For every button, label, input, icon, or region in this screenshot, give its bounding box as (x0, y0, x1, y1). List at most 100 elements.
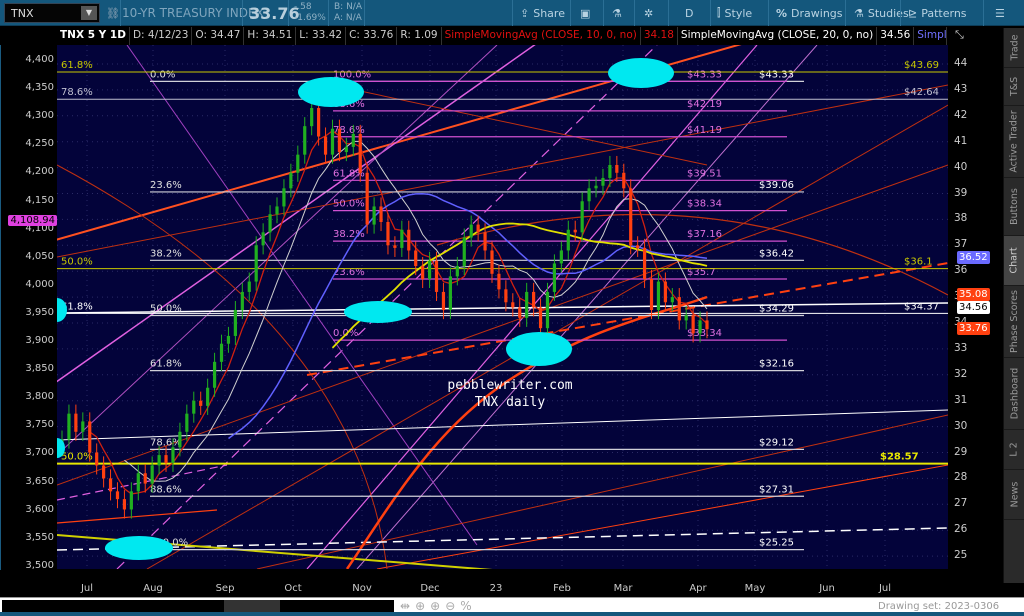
candle (386, 221, 390, 246)
fib-label: 38.2% (150, 248, 182, 259)
sidebar-tab-label: Trade (1009, 34, 1021, 61)
style-label: Style (724, 6, 753, 20)
trendline (57, 45, 742, 241)
candle (629, 188, 633, 246)
sidebar-tab[interactable]: Phase Scores (1004, 286, 1024, 358)
trendline (57, 464, 228, 501)
sidebar-tab[interactable]: T&S (1004, 68, 1024, 106)
sidebar-tab[interactable]: Trade (1004, 28, 1024, 68)
zoom-in-icon[interactable]: ⊕ (430, 599, 440, 613)
fib-price: $43.69 (904, 60, 939, 71)
fib-label: 61.8% (150, 359, 182, 370)
candle (656, 281, 661, 311)
aggregation-button[interactable]: D (685, 0, 693, 26)
sidebar-tab[interactable]: Buttons (1004, 178, 1024, 236)
right-axis-tick: 37 (954, 238, 968, 251)
candle (185, 413, 189, 432)
left-axis-tick: 3,550 (25, 531, 54, 543)
percent-icon[interactable]: % (460, 599, 471, 613)
left-axis-tick: 3,750 (25, 419, 54, 431)
sidebar-tab[interactable]: News (1004, 470, 1024, 520)
candle (157, 455, 161, 466)
candle (545, 291, 550, 329)
chart-area[interactable]: 0.0% $43.33 23.6% $39.06 38.2% $36.42 50.0% $34… (57, 45, 948, 569)
link-icon[interactable]: ⛓ (106, 0, 120, 26)
trendline (57, 302, 948, 314)
drawings-button[interactable]: % Drawings (776, 0, 843, 26)
fib-price: $36.1 (904, 257, 933, 268)
candle (677, 297, 681, 321)
candle (365, 172, 369, 225)
alert-button[interactable]: ▣ (580, 0, 590, 26)
left-axis-tick: 4,350 (25, 82, 54, 94)
time-axis-tick: Nov (352, 583, 372, 594)
sidebar-tab[interactable]: L 2 (1004, 430, 1024, 470)
time-axis-tick: Mar (613, 583, 633, 594)
candle (497, 273, 501, 290)
time-axis-tick: Jul (878, 583, 892, 594)
fib-label: 50.0% (61, 452, 93, 463)
fib-label: 61.8% (61, 60, 93, 71)
candle (67, 413, 71, 440)
drawing-set-label[interactable]: Drawing set: 2023-0306 (878, 601, 999, 612)
collapse-icon[interactable]: ⤡ (955, 28, 964, 42)
candle (663, 281, 667, 303)
right-axis-tick: 26 (954, 523, 968, 536)
right-price-axis: 4443424140393837363534333231302928272625… (948, 45, 1003, 570)
left-axis-tick: 4,400 (25, 54, 54, 65)
fib-price: $43.33 (759, 69, 794, 80)
info-low: L: 33.42 (296, 27, 347, 45)
candle (88, 421, 92, 453)
flask-button[interactable]: ⚗ (612, 0, 622, 26)
candle (670, 297, 674, 303)
pan-icon[interactable]: ⇹ (400, 599, 410, 613)
candle (414, 250, 418, 267)
candle (219, 343, 224, 362)
candle (691, 315, 695, 334)
symbol-value: TNX (11, 7, 34, 20)
fib-price: $34.37 (904, 301, 939, 312)
candle (81, 421, 85, 432)
fib-price: $34.29 (759, 303, 794, 314)
right-axis-tick: 31 (954, 393, 968, 406)
fib-price: $37.16 (687, 229, 722, 240)
candle (587, 188, 591, 202)
fib-price: $41.19 (687, 125, 722, 136)
crosshair-icon[interactable]: ⊕ (415, 599, 425, 613)
candle (434, 260, 439, 292)
candle (642, 247, 647, 279)
sidebar-tab[interactable]: Chart (1004, 236, 1024, 286)
style-button[interactable]: ⫿ Style (717, 0, 752, 26)
zoom-out-icon[interactable]: ⊖ (445, 599, 455, 613)
right-axis-tick: 39 (954, 186, 968, 199)
fib-price: $36.42 (759, 248, 794, 259)
candle (372, 206, 376, 225)
alert-icon: ▣ (580, 6, 591, 20)
fib-price: $32.16 (759, 359, 794, 370)
highlight-ellipse (608, 58, 674, 88)
menu-icon: ☰ (995, 6, 1005, 20)
candle (254, 245, 258, 282)
right-axis-tick: 41 (954, 134, 968, 147)
candle (511, 302, 515, 308)
candle (615, 165, 619, 173)
menu-button[interactable]: ☰ (995, 0, 1005, 26)
sidebar-tab[interactable]: Active Trader (1004, 106, 1024, 178)
studies-label: Studies (867, 6, 909, 20)
symbol-input[interactable]: TNX ▼ (4, 3, 100, 23)
chart-info-bar: TNX 5 Y 1D D: 4/12/23 O: 34.47 H: 34.51 … (57, 27, 947, 45)
candle (518, 307, 522, 318)
candle (199, 400, 203, 406)
sidebar-tab[interactable]: Dashboard (1004, 358, 1024, 430)
candle (566, 229, 570, 251)
highlight-ellipse (344, 301, 412, 323)
settings-button[interactable]: ✲ (644, 0, 653, 26)
patterns-button[interactable]: ⊵ Patterns (908, 0, 967, 26)
time-axis-tick: Feb (553, 583, 571, 594)
left-axis-tick: 3,850 (25, 363, 54, 375)
left-axis-tick: 4,200 (25, 166, 54, 178)
right-axis-tick: 42 (954, 108, 968, 121)
chevron-down-icon[interactable]: ▼ (81, 6, 97, 20)
share-button[interactable]: ⇪ Share (520, 0, 565, 26)
candle (102, 465, 106, 479)
